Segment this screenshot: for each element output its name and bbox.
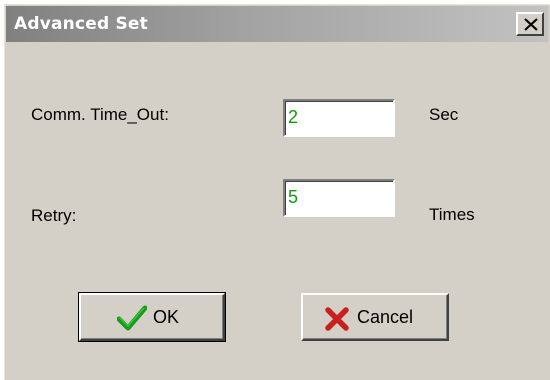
retry-field[interactable] [283,179,395,217]
checkmark-icon [117,305,147,331]
comm-timeout-label: Comm. Time_Out: [31,105,169,124]
window-title: Advanced Set [14,14,148,34]
retry-unit: Times [429,205,475,224]
retry-label: Retry: [31,206,77,225]
advanced-set-dialog: Advanced Set Comm. Time_Out: Sec Retry: … [4,4,550,380]
ok-button[interactable]: OK [78,292,226,342]
title-bar[interactable]: Advanced Set [6,6,548,42]
x-icon [325,307,349,331]
comm-timeout-unit: Sec [429,105,459,124]
cancel-button[interactable]: Cancel [301,293,449,341]
comm-timeout-input[interactable] [288,105,388,129]
close-button[interactable] [516,12,544,36]
retry-input[interactable] [288,185,388,209]
cancel-button-label: Cancel [357,307,414,327]
comm-timeout-field[interactable] [283,99,395,137]
ok-button-label: OK [153,307,180,327]
close-icon [524,18,538,31]
